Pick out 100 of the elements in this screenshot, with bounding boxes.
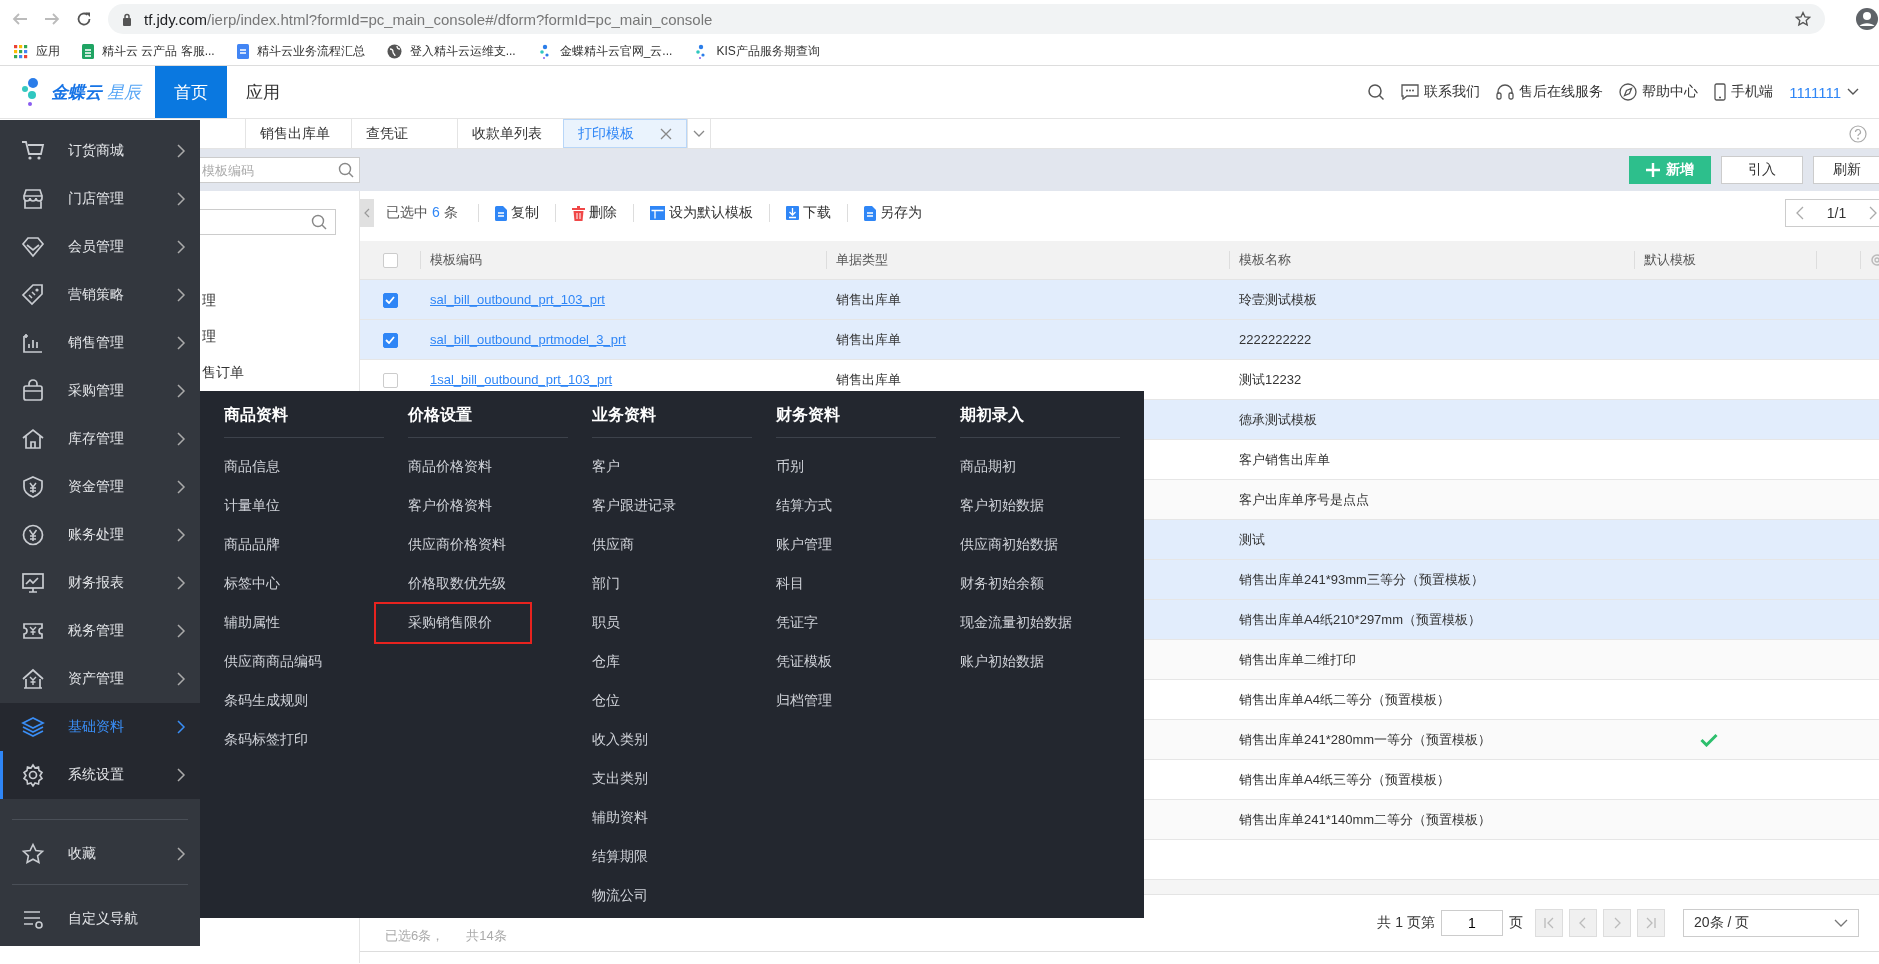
menu-item[interactable]: 标签中心: [224, 564, 280, 603]
close-icon[interactable]: [660, 127, 672, 140]
menu-item[interactable]: 币别: [776, 447, 804, 486]
bookmark-link[interactable]: 应用: [36, 43, 60, 60]
page-nav-button[interactable]: [1637, 909, 1665, 937]
menu-item[interactable]: 归档管理: [776, 681, 832, 720]
tree-item[interactable]: 理: [202, 282, 216, 318]
toolbar-button[interactable]: 另存为: [846, 204, 938, 222]
nav-tab[interactable]: 应用: [227, 66, 299, 118]
action-button[interactable]: 引入: [1721, 156, 1803, 184]
menu-item[interactable]: 凭证字: [776, 603, 818, 642]
menu-item[interactable]: 客户初始数据: [960, 486, 1044, 525]
menu-item[interactable]: 价格取数优先级: [408, 564, 506, 603]
menu-item[interactable]: 凭证模板: [776, 642, 832, 681]
user-name[interactable]: 1111111: [1789, 83, 1841, 101]
action-button[interactable]: 刷新: [1813, 156, 1879, 184]
menu-item[interactable]: 供应商初始数据: [960, 525, 1058, 564]
chevron-left-icon[interactable]: [1796, 206, 1804, 220]
page-nav-button[interactable]: [1535, 909, 1563, 937]
menu-item[interactable]: 供应商价格资料: [408, 525, 506, 564]
toolbar-button[interactable]: 复制: [477, 204, 555, 222]
forward-icon[interactable]: [44, 11, 60, 27]
menu-item[interactable]: 账户管理: [776, 525, 832, 564]
address-bar[interactable]: tf.jdy.com/ierp/index.html?formId=pc_main_console#/dform?formId=pc_main_console: [108, 4, 1825, 34]
sidebar-item[interactable]: 财务报表: [0, 559, 200, 607]
caret-icon[interactable]: [693, 129, 705, 138]
caret-icon[interactable]: [1847, 88, 1859, 96]
page-input[interactable]: 1: [1441, 910, 1503, 936]
search-field[interactable]: [198, 209, 336, 235]
menu-item[interactable]: 仓位: [592, 681, 620, 720]
sidebar-item[interactable]: 营销策略: [0, 271, 200, 319]
header-link[interactable]: 联系我们: [1424, 83, 1481, 101]
sidebar-item[interactable]: 销售管理: [0, 319, 200, 367]
menu-item[interactable]: 科目: [776, 564, 804, 603]
menu-item[interactable]: 财务初始余额: [960, 564, 1044, 603]
menu-item[interactable]: 辅助资料: [592, 798, 648, 837]
sidebar-item[interactable]: 门店管理: [0, 175, 200, 223]
menu-item[interactable]: 支出类别: [592, 759, 648, 798]
tree-item[interactable]: 理: [202, 318, 216, 354]
menu-item[interactable]: 商品品牌: [224, 525, 280, 564]
reload-icon[interactable]: [76, 11, 92, 27]
page-nav-button[interactable]: [1603, 909, 1631, 937]
menu-item[interactable]: 商品信息: [224, 447, 280, 486]
checkbox[interactable]: [382, 372, 398, 388]
settings-icon[interactable]: [1870, 253, 1879, 267]
menu-item[interactable]: 客户价格资料: [408, 486, 492, 525]
nav-tab[interactable]: 首页: [155, 66, 227, 118]
search-icon[interactable]: [311, 214, 327, 230]
menu-item[interactable]: 现金流量初始数据: [960, 603, 1072, 642]
menu-item[interactable]: 计量单位: [224, 486, 280, 525]
header-link[interactable]: 帮助中心: [1642, 83, 1699, 101]
profile-icon[interactable]: [1855, 7, 1879, 31]
bookmark-link[interactable]: 登入精斗云运维支...: [409, 43, 516, 60]
menu-item[interactable]: 收入类别: [592, 720, 648, 759]
sidebar-item[interactable]: 资产管理: [0, 655, 200, 703]
star-icon[interactable]: [1795, 11, 1811, 27]
tree-item[interactable]: 售订单: [202, 354, 244, 390]
toolbar-button[interactable]: 设为默认模板: [632, 204, 769, 222]
template-code-link[interactable]: 1sal_bill_outbound_prt_103_prt: [430, 372, 613, 387]
menu-item[interactable]: 部门: [592, 564, 620, 603]
checkbox[interactable]: [382, 292, 398, 308]
bookmark-link[interactable]: 精斗云业务流程汇总: [256, 43, 365, 60]
sidebar-item[interactable]: 账务处理: [0, 511, 200, 559]
header-link[interactable]: 手机端: [1731, 83, 1774, 101]
menu-item[interactable]: 供应商商品编码: [224, 642, 322, 681]
page-nav-button[interactable]: [1569, 909, 1597, 937]
sidebar-item[interactable]: 订货商城: [0, 127, 200, 175]
page-size-select[interactable]: 20条 / 页: [1683, 909, 1859, 937]
sidebar-item[interactable]: 基础资料: [0, 703, 200, 751]
search-field[interactable]: 模板编码: [198, 157, 360, 183]
sidebar-item[interactable]: 资金管理: [0, 463, 200, 511]
help-icon[interactable]: [1849, 124, 1867, 143]
sidebar-item[interactable]: 税务管理: [0, 607, 200, 655]
toolbar-button[interactable]: 删除: [554, 204, 633, 222]
search-icon[interactable]: [1367, 83, 1386, 101]
menu-item[interactable]: 客户: [592, 447, 620, 486]
page-switcher[interactable]: 1/1: [1785, 199, 1879, 227]
menu-item[interactable]: 条码标签打印: [224, 720, 308, 759]
bookmark-link[interactable]: 精斗云 云产品 客服...: [102, 43, 215, 60]
sidebar-item[interactable]: 会员管理: [0, 223, 200, 271]
chevron-right-icon[interactable]: [1869, 206, 1877, 220]
checkbox[interactable]: [382, 253, 398, 269]
toolbar-button[interactable]: 下载: [768, 204, 847, 222]
menu-item[interactable]: 结算方式: [776, 486, 832, 525]
collapse-handle[interactable]: [360, 199, 374, 227]
menu-item[interactable]: 采购销售限价: [374, 602, 532, 644]
checkbox[interactable]: [382, 332, 398, 348]
sidebar-item[interactable]: 系统设置: [0, 751, 200, 799]
menu-item[interactable]: 商品期初: [960, 447, 1016, 486]
menu-item[interactable]: 物流公司: [592, 876, 648, 915]
menu-item[interactable]: 账户初始数据: [960, 642, 1044, 681]
bookmark-link[interactable]: 金蝶精斗云官网_云...: [559, 43, 673, 60]
menu-item[interactable]: 条码生成规则: [224, 681, 308, 720]
menu-item[interactable]: 商品价格资料: [408, 447, 492, 486]
menu-item[interactable]: 客户跟进记录: [592, 486, 676, 525]
search-icon[interactable]: [338, 162, 354, 178]
sidebar-item[interactable]: 库存管理: [0, 415, 200, 463]
menu-item[interactable]: 结算期限: [592, 837, 648, 876]
menu-item[interactable]: 辅助属性: [224, 603, 280, 642]
menu-item[interactable]: 仓库: [592, 642, 620, 681]
